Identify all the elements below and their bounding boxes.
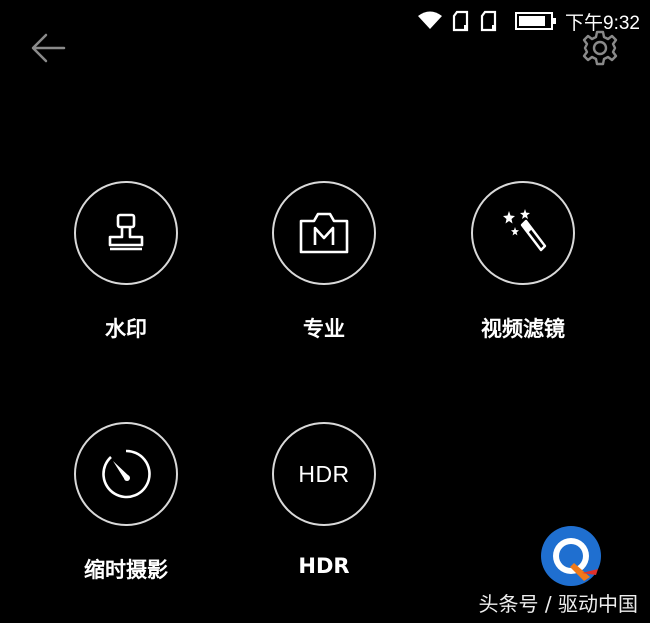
back-button[interactable] [28,30,68,66]
mode-hdr-circle[interactable]: HDR [272,422,376,526]
mode-video-filter-circle[interactable] [471,181,575,285]
gear-icon [582,30,618,66]
wifi-icon [417,11,443,31]
mode-watermark-circle[interactable] [74,181,178,285]
mode-label: HDR [298,554,350,578]
watermark: 头条号 / 驱动中国 [440,523,650,623]
mode-hdr[interactable]: HDR HDR [254,422,394,578]
battery-icon [515,11,557,31]
mode-label: 水印 [105,317,147,341]
timer-icon [102,449,151,499]
driver-china-logo-icon [541,526,601,586]
hdr-icon: HDR [298,460,350,487]
mode-pro[interactable]: 专业 [254,181,394,343]
mode-label: 专业 [303,317,345,341]
magic-wand-icon [503,209,547,252]
sim2-icon [479,10,499,32]
camera-m-icon [299,212,349,254]
mode-watermark[interactable]: 水印 [56,181,196,343]
mode-video-filter[interactable]: 视频滤镜 [453,181,593,343]
mode-pro-circle[interactable] [272,181,376,285]
stamp-icon [108,213,144,251]
mode-label: 视频滤镜 [481,317,565,341]
arrow-left-icon [31,33,66,63]
mode-timelapse-circle[interactable] [74,422,178,526]
mode-timelapse[interactable]: 缩时摄影 [56,422,196,584]
mode-label: 缩时摄影 [84,558,168,582]
watermark-text: 头条号 / 驱动中国 [478,592,638,616]
sim1-icon [451,10,471,32]
settings-button[interactable] [580,28,620,68]
